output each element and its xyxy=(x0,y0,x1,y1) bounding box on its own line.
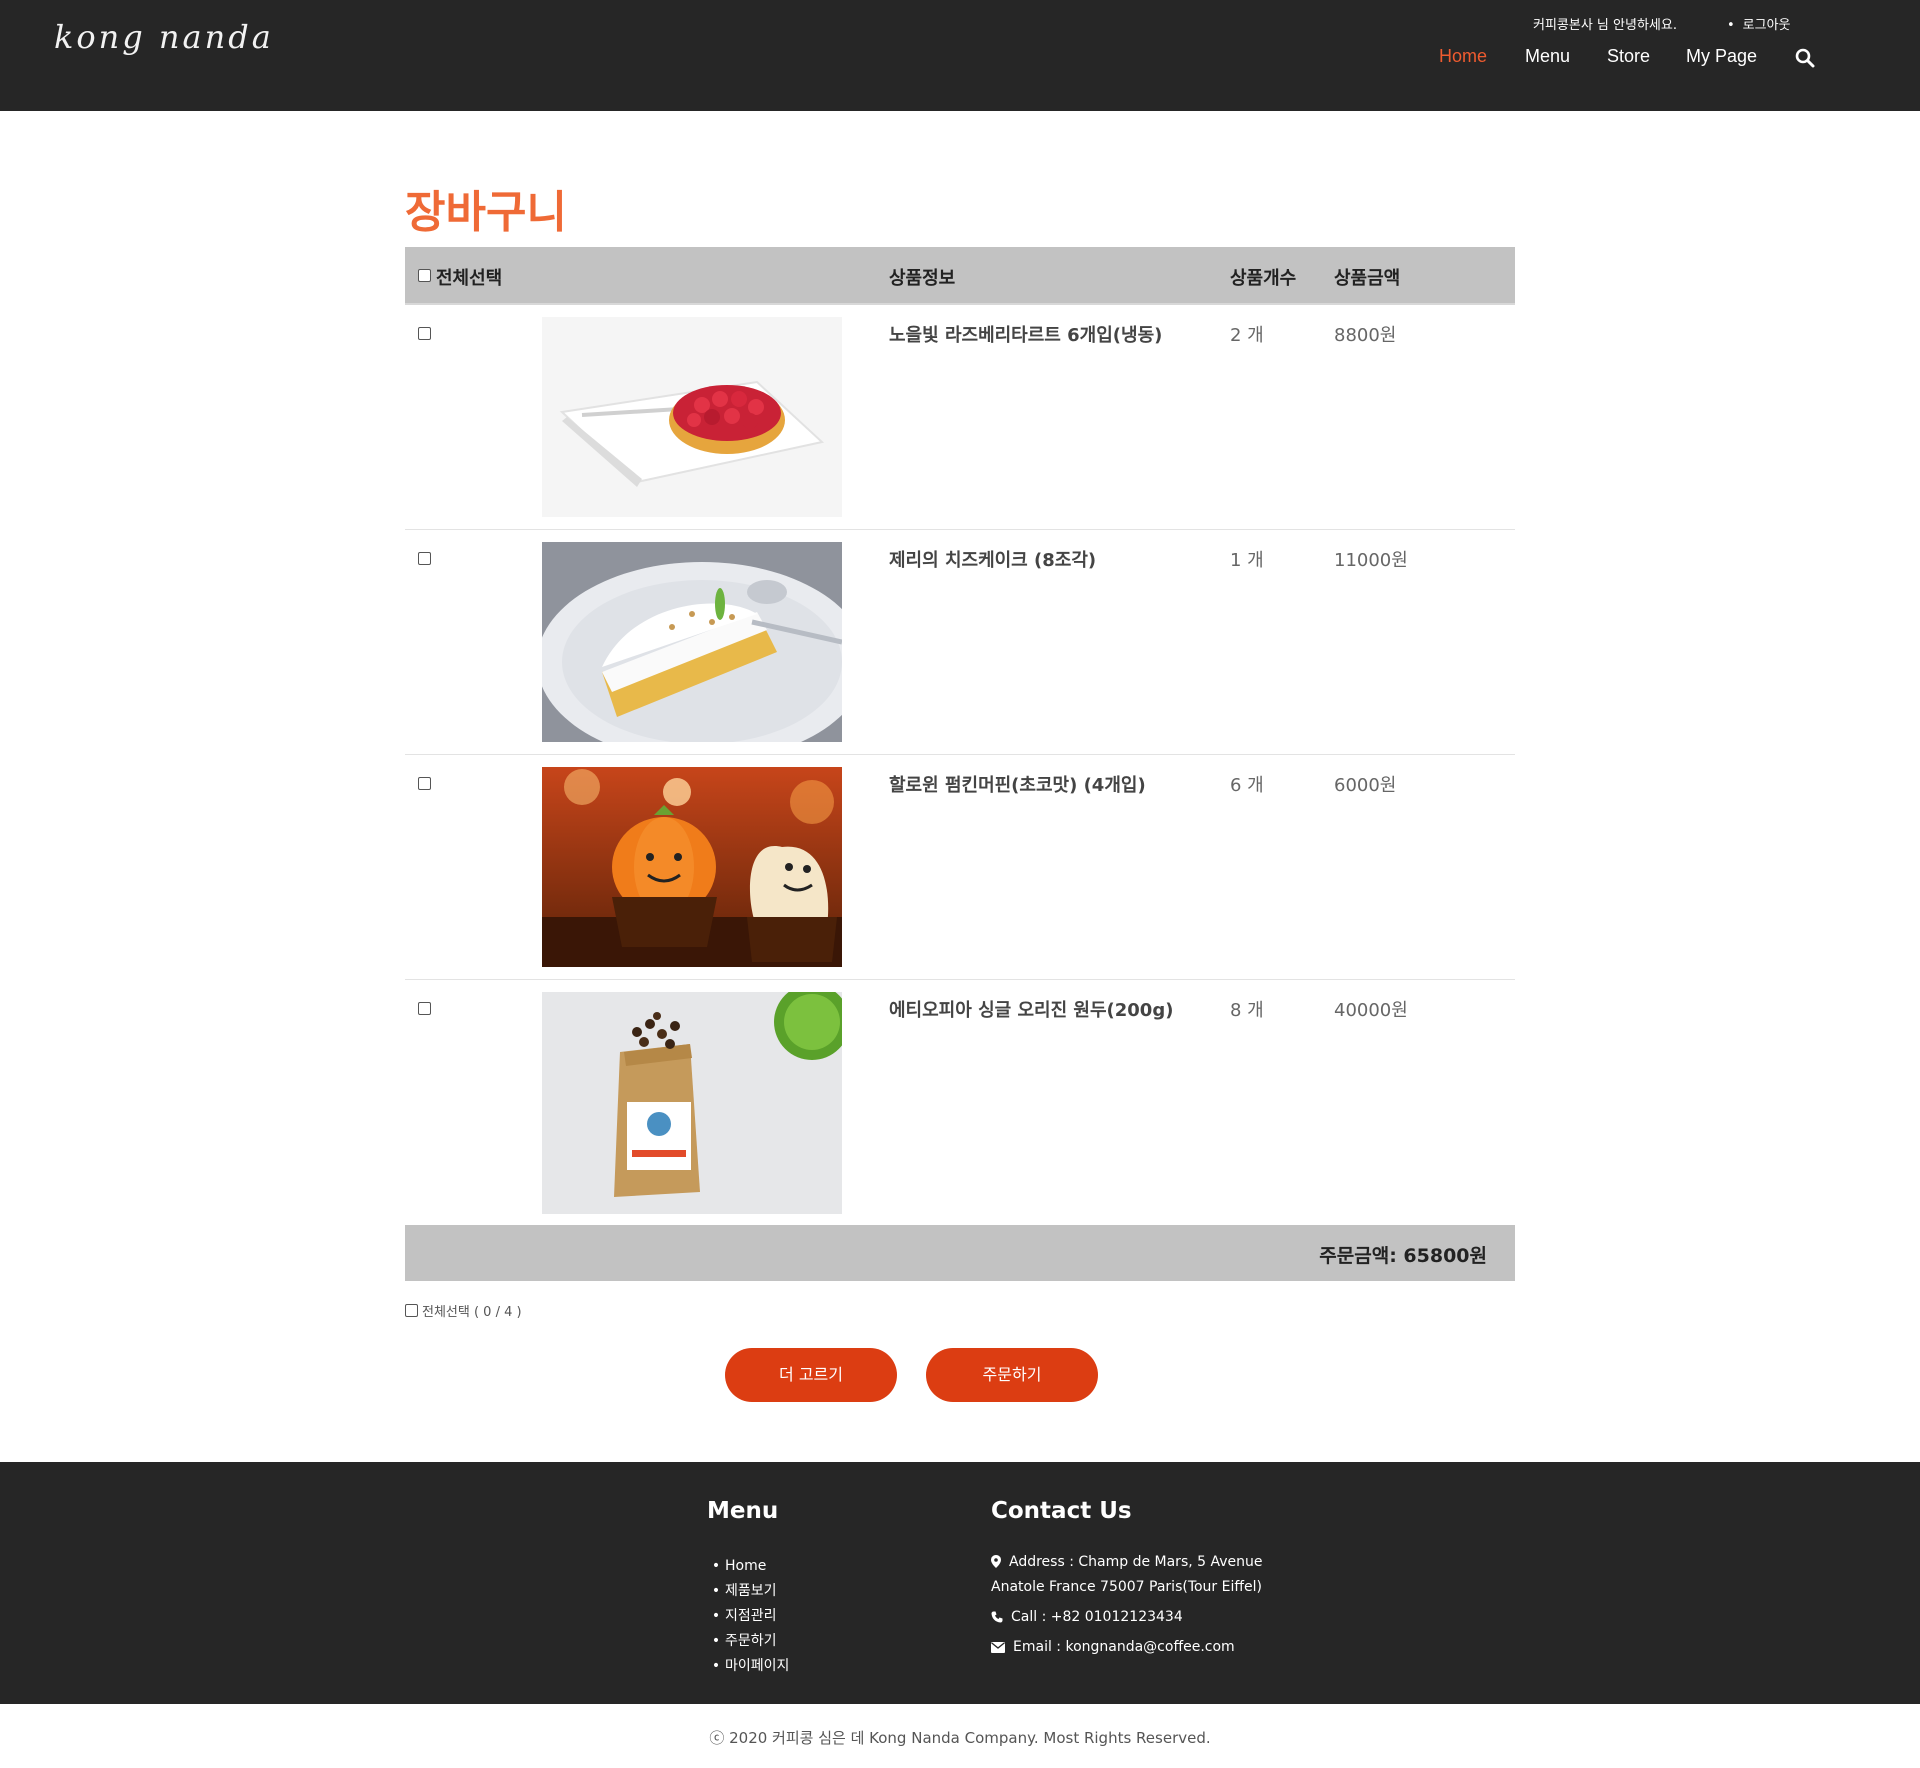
logout-link[interactable]: • 로그아웃 xyxy=(1727,14,1791,33)
footer-menu-item[interactable]: • 주문하기 xyxy=(707,1629,789,1654)
product-name[interactable]: 노을빛 라즈베리타르트 6개입(냉동) xyxy=(889,321,1162,347)
nav-my-page[interactable]: My Page xyxy=(1686,46,1757,67)
page-title: 장바구니 xyxy=(405,187,567,238)
footer-address-line2: Anatole France 75007 Paris(Tour Eiffel) xyxy=(991,1579,1262,1595)
select-all-checkbox[interactable] xyxy=(418,269,431,282)
select-all-bottom-label: 전체선택 ( 0 / 4 ) xyxy=(422,1305,522,1320)
footer-menu-title: Menu xyxy=(707,1498,779,1524)
footer-menu-label: 주문하기 xyxy=(725,1633,777,1649)
row-checkbox[interactable] xyxy=(418,552,431,565)
product-price: 8800원 xyxy=(1334,325,1397,346)
search-icon[interactable] xyxy=(1795,48,1815,68)
envelope-icon xyxy=(991,1642,1005,1653)
select-all-bottom[interactable]: 전체선택 ( 0 / 4 ) xyxy=(405,1301,522,1320)
logout-label: 로그아웃 xyxy=(1742,18,1791,33)
row-checkbox[interactable] xyxy=(418,1002,431,1015)
footer-menu-list: • Home • 제품보기 • 지점관리 • 주문하기 • 마이페이지 xyxy=(707,1554,790,1679)
footer-menu-label: Home xyxy=(725,1558,767,1574)
footer-menu-item[interactable]: • 지점관리 xyxy=(707,1604,789,1629)
product-price: 6000원 xyxy=(1334,775,1397,796)
phone-icon xyxy=(991,1611,1003,1623)
product-price: 40000원 xyxy=(1334,1000,1408,1021)
site-header: kong nanda 커피콩본사 님 안녕하세요. • 로그아웃 Home Men… xyxy=(0,0,1920,111)
cart-table-header: 전체선택 상품정보 상품개수 상품금액 xyxy=(405,247,1515,305)
footer-call: Call : +82 01012123434 xyxy=(991,1609,1183,1625)
product-qty: 2 개 xyxy=(1230,325,1264,346)
product-qty: 1 개 xyxy=(1230,550,1264,571)
product-price: 11000원 xyxy=(1334,550,1408,571)
footer-email: Email : kongnanda@coffee.com xyxy=(991,1639,1235,1655)
footer-email-label: Email : kongnanda@coffee.com xyxy=(1013,1639,1235,1655)
product-image-coffee-beans-bag xyxy=(542,992,842,1214)
footer-menu-item[interactable]: • 제품보기 xyxy=(707,1579,789,1604)
product-qty: 6 개 xyxy=(1230,775,1264,796)
welcome-message: 커피콩본사 님 안녕하세요. xyxy=(1533,18,1677,33)
product-name[interactable]: 할로윈 펌킨머핀(초코맛) (4개입) xyxy=(889,771,1146,797)
cart-row: 할로윈 펌킨머핀(초코맛) (4개입) 6 개 6000원 xyxy=(405,755,1515,980)
select-all-bottom-checkbox[interactable] xyxy=(405,1304,418,1317)
product-name[interactable]: 에티오피아 싱글 오리진 원두(200g) xyxy=(889,996,1173,1022)
footer-menu-item[interactable]: • Home xyxy=(707,1554,789,1579)
nav-store[interactable]: Store xyxy=(1607,46,1650,67)
order-total-bar: 주문금액: 65800원 xyxy=(405,1225,1515,1281)
footer-menu-label: 제품보기 xyxy=(725,1583,777,1599)
column-select-all: 전체선택 xyxy=(436,268,503,289)
column-price: 상품금액 xyxy=(1334,268,1401,289)
site-footer: Menu • Home • 제품보기 • 지점관리 • 주문하기 • 마이페이지 Cont… xyxy=(0,1462,1920,1704)
cart-row: 제리의 치즈케이크 (8조각) 1 개 11000원 xyxy=(405,530,1515,755)
product-image-cheesecake xyxy=(542,542,842,742)
product-qty: 8 개 xyxy=(1230,1000,1264,1021)
nav-menu[interactable]: Menu xyxy=(1525,46,1570,67)
map-marker-icon xyxy=(991,1555,1001,1568)
order-total: 주문금액: 65800원 xyxy=(1319,1245,1487,1267)
column-info: 상품정보 xyxy=(889,268,956,289)
footer-call-label: Call : +82 01012123434 xyxy=(1011,1609,1183,1625)
footer-address-line1: Address : Champ de Mars, 5 Avenue xyxy=(1009,1554,1263,1570)
footer-contact-title: Contact Us xyxy=(991,1498,1132,1524)
product-name[interactable]: 제리의 치즈케이크 (8조각) xyxy=(889,546,1096,572)
column-qty: 상품개수 xyxy=(1230,268,1297,289)
footer-menu-label: 지점관리 xyxy=(725,1608,777,1624)
row-checkbox[interactable] xyxy=(418,777,431,790)
more-shopping-button[interactable]: 더 고르기 xyxy=(725,1348,897,1402)
footer-menu-item[interactable]: • 마이페이지 xyxy=(707,1654,790,1679)
product-image-raspberry-tart xyxy=(542,317,842,517)
cart-row: 노을빛 라즈베리타르트 6개입(냉동) 2 개 8800원 xyxy=(405,305,1515,530)
product-image-pumpkin-muffin xyxy=(542,767,842,967)
footer-menu-label: 마이페이지 xyxy=(725,1658,790,1674)
row-checkbox[interactable] xyxy=(418,327,431,340)
logo[interactable]: kong nanda xyxy=(54,18,274,56)
order-button[interactable]: 주문하기 xyxy=(926,1348,1098,1402)
copyright: ⓒ 2020 커피콩 심은 데 Kong Nanda Company. Most… xyxy=(709,1729,1211,1747)
footer-address: Address : Champ de Mars, 5 Avenue xyxy=(991,1554,1263,1570)
cart-row: 에티오피아 싱글 오리진 원두(200g) 8 개 40000원 xyxy=(405,980,1515,1224)
nav-home[interactable]: Home xyxy=(1439,46,1487,67)
